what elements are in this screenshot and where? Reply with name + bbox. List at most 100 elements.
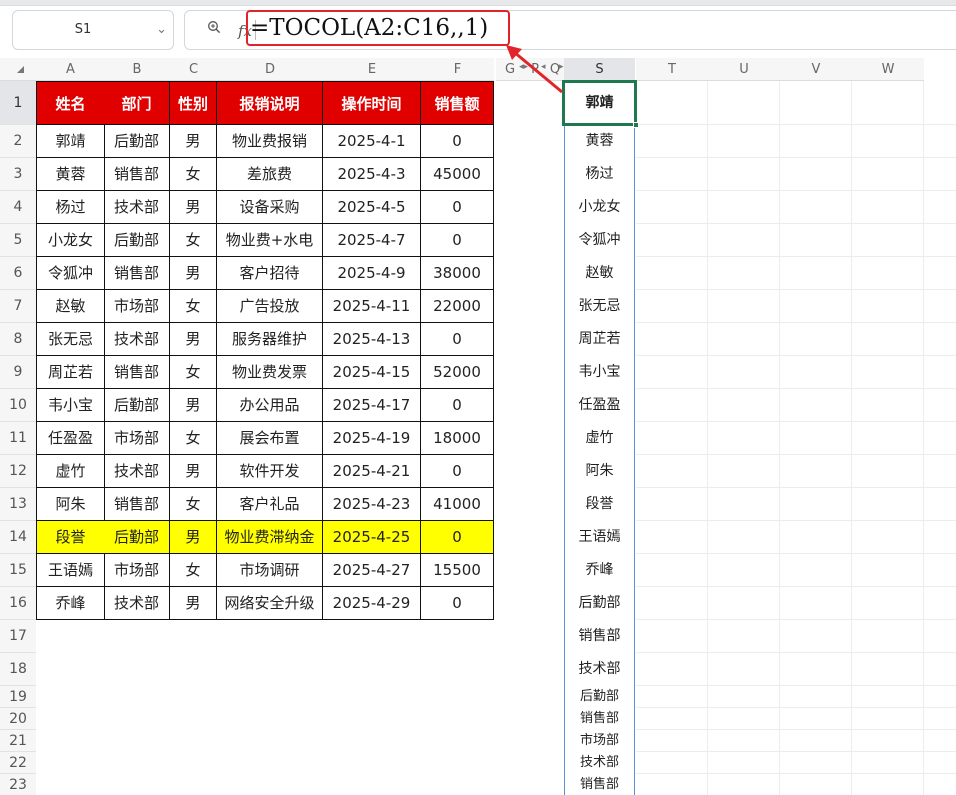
zoom-icon[interactable]: [207, 11, 221, 49]
result-cell[interactable]: 销售部: [564, 708, 635, 730]
result-cell[interactable]: 王语嫣: [564, 521, 635, 554]
table-cell[interactable]: 女: [170, 554, 217, 587]
table-cell[interactable]: 女: [170, 422, 217, 455]
table-cell[interactable]: 韦小宝: [36, 389, 105, 422]
table-cell[interactable]: 后勤部: [104, 389, 170, 422]
col-header-f[interactable]: F: [421, 58, 494, 81]
table-cell[interactable]: 2025-4-7: [323, 224, 421, 257]
table-cell[interactable]: 小龙女: [36, 224, 105, 257]
table-cell[interactable]: 2025-4-17: [323, 389, 421, 422]
col-header-b[interactable]: B: [104, 58, 170, 81]
table-cell[interactable]: 销售部: [104, 158, 170, 191]
table-cell[interactable]: 0: [421, 587, 494, 620]
col-header-u[interactable]: U: [708, 58, 780, 81]
table-cell[interactable]: 物业费报销: [217, 125, 323, 158]
table-cell[interactable]: 办公用品: [217, 389, 323, 422]
result-cell[interactable]: 赵敏: [564, 257, 635, 290]
table-cell[interactable]: 网络安全升级: [217, 587, 323, 620]
row-header-2[interactable]: 2: [0, 125, 36, 158]
row-header-10[interactable]: 10: [0, 389, 36, 422]
row-header-16[interactable]: 16: [0, 587, 36, 620]
row-header-18[interactable]: 18: [0, 653, 36, 686]
result-cell[interactable]: 技术部: [564, 653, 635, 686]
result-cell[interactable]: 后勤部: [564, 587, 635, 620]
table-cell[interactable]: 女: [170, 224, 217, 257]
table-cell[interactable]: 郭靖: [36, 125, 105, 158]
table-cell[interactable]: 杨过: [36, 191, 105, 224]
table-header-cell[interactable]: 部门: [104, 81, 170, 125]
table-cell[interactable]: 后勤部: [104, 125, 170, 158]
table-cell[interactable]: 18000: [421, 422, 494, 455]
result-cell[interactable]: 销售部: [564, 774, 635, 795]
row-header-23[interactable]: 23: [0, 774, 36, 795]
table-cell[interactable]: 销售部: [104, 488, 170, 521]
table-cell[interactable]: 女: [170, 290, 217, 323]
table-cell[interactable]: 男: [170, 125, 217, 158]
select-all-triangle-icon[interactable]: [17, 66, 24, 73]
table-cell[interactable]: 男: [170, 521, 217, 554]
table-cell[interactable]: 赵敏: [36, 290, 105, 323]
table-cell[interactable]: 男: [170, 587, 217, 620]
col-header-c[interactable]: C: [170, 58, 217, 81]
result-cell[interactable]: 段誉: [564, 488, 635, 521]
table-cell[interactable]: 女: [170, 488, 217, 521]
table-cell[interactable]: 张无忌: [36, 323, 105, 356]
row-header-15[interactable]: 15: [0, 554, 36, 587]
table-cell[interactable]: 2025-4-1: [323, 125, 421, 158]
row-header-19[interactable]: 19: [0, 686, 36, 708]
table-cell[interactable]: 服务器维护: [217, 323, 323, 356]
row-header-7[interactable]: 7: [0, 290, 36, 323]
table-cell[interactable]: 客户礼品: [217, 488, 323, 521]
active-cell-s1[interactable]: [562, 80, 639, 128]
result-cell[interactable]: 阿朱: [564, 455, 635, 488]
table-cell[interactable]: 2025-4-29: [323, 587, 421, 620]
result-cell[interactable]: 杨过: [564, 158, 635, 191]
row-header-11[interactable]: 11: [0, 422, 36, 455]
row-header-20[interactable]: 20: [0, 708, 36, 730]
table-cell[interactable]: 男: [170, 323, 217, 356]
table-cell[interactable]: 市场调研: [217, 554, 323, 587]
table-cell[interactable]: 2025-4-25: [323, 521, 421, 554]
table-cell[interactable]: 2025-4-5: [323, 191, 421, 224]
row-header-5[interactable]: 5: [0, 224, 36, 257]
table-cell[interactable]: 男: [170, 191, 217, 224]
name-box[interactable]: S1 ⌄: [12, 10, 174, 50]
row-header-4[interactable]: 4: [0, 191, 36, 224]
table-cell[interactable]: 技术部: [104, 323, 170, 356]
table-cell[interactable]: 0: [421, 323, 494, 356]
result-cell[interactable]: 小龙女: [564, 191, 635, 224]
table-cell[interactable]: 广告投放: [217, 290, 323, 323]
table-cell[interactable]: 客户招待: [217, 257, 323, 290]
table-cell[interactable]: 后勤部: [104, 224, 170, 257]
table-cell[interactable]: 男: [170, 455, 217, 488]
result-cell[interactable]: 市场部: [564, 730, 635, 752]
col-header-e[interactable]: E: [323, 58, 421, 81]
row-header-13[interactable]: 13: [0, 488, 36, 521]
formula-input[interactable]: =TOCOL(A2:C16,,1): [246, 10, 510, 46]
table-cell[interactable]: 阿朱: [36, 488, 105, 521]
row-header-22[interactable]: 22: [0, 752, 36, 774]
row-header-21[interactable]: 21: [0, 730, 36, 752]
table-cell[interactable]: 物业费滞纳金: [217, 521, 323, 554]
col-header-d[interactable]: D: [217, 58, 323, 81]
row-header-8[interactable]: 8: [0, 323, 36, 356]
table-cell[interactable]: 乔峰: [36, 587, 105, 620]
table-cell[interactable]: 0: [421, 455, 494, 488]
select-all-corner[interactable]: [0, 58, 36, 81]
table-cell[interactable]: 技术部: [104, 191, 170, 224]
table-cell[interactable]: 2025-4-13: [323, 323, 421, 356]
table-header-cell[interactable]: 姓名: [36, 81, 105, 125]
table-cell[interactable]: 差旅费: [217, 158, 323, 191]
name-box-value[interactable]: S1: [13, 11, 153, 49]
table-cell[interactable]: 王语嫣: [36, 554, 105, 587]
table-cell[interactable]: 女: [170, 356, 217, 389]
table-cell[interactable]: 物业费+水电: [217, 224, 323, 257]
table-cell[interactable]: 男: [170, 257, 217, 290]
result-cell[interactable]: 任盈盈: [564, 389, 635, 422]
table-cell[interactable]: 2025-4-15: [323, 356, 421, 389]
col-header-s[interactable]: S: [564, 58, 635, 81]
table-cell[interactable]: 后勤部: [104, 521, 170, 554]
row-header-1[interactable]: 1: [0, 81, 36, 125]
table-cell[interactable]: 2025-4-21: [323, 455, 421, 488]
table-cell[interactable]: 0: [421, 521, 494, 554]
